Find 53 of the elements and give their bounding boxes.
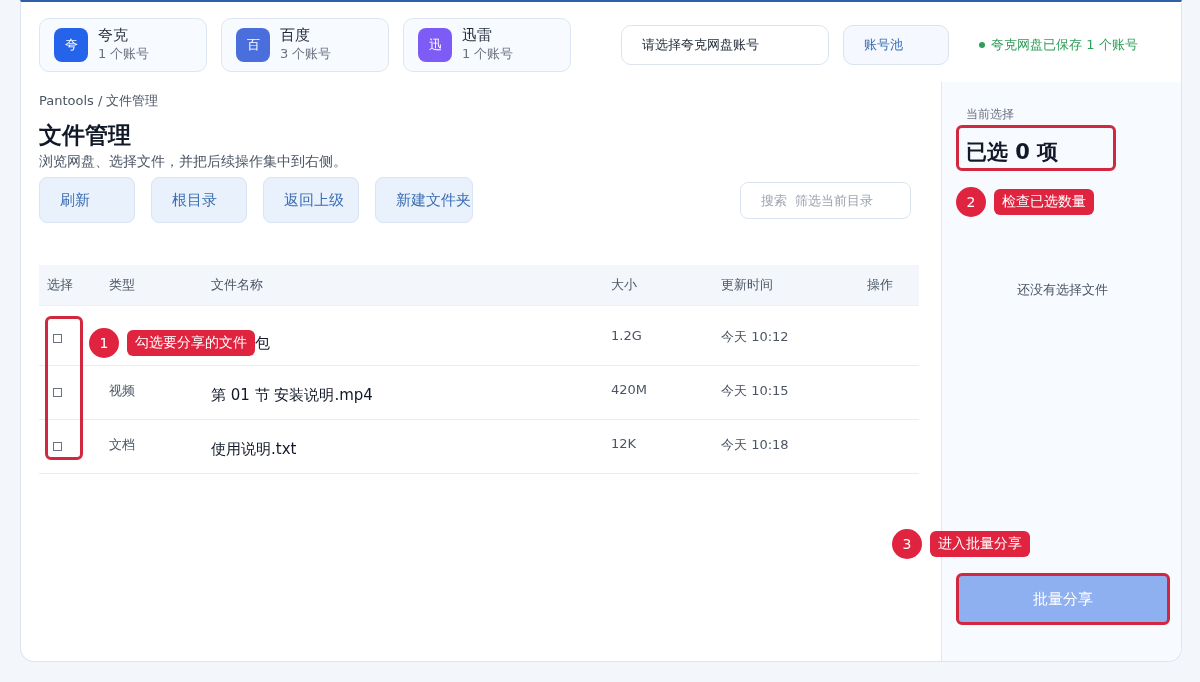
file-name: 第 01 节 安装说明.mp4 [210, 386, 374, 405]
panel-label: 当前选择 [966, 106, 1015, 123]
step-number-badge: 1 [89, 328, 119, 358]
column-header: 大小 [610, 276, 638, 294]
save-status: 夸克网盘已保存 1 个账号 [991, 35, 1138, 54]
row-checkbox[interactable] [53, 334, 62, 343]
file-size: 1.2G [610, 328, 643, 343]
toolbar-button[interactable]: 根目录 [151, 177, 247, 223]
file-type: 文档 [108, 436, 136, 454]
updated-time: 今天 10:12 [720, 328, 790, 346]
row-checkbox[interactable] [53, 442, 62, 451]
provider-name: 夸克 [98, 26, 129, 45]
search-field[interactable]: 搜索 筛选当前目录 [740, 181, 911, 219]
account-count: 1 个账号 [98, 45, 150, 63]
column-header: 选择 [46, 276, 74, 294]
step-callout: 勾选要分享的文件 [127, 330, 255, 356]
provider-name: 迅雷 [462, 26, 493, 45]
file-name: 使用说明.txt [210, 440, 298, 459]
account-select[interactable]: 请选择夸克网盘账号 [621, 24, 829, 65]
step-number-badge: 2 [956, 187, 986, 217]
step-callout: 进入批量分享 [930, 531, 1030, 557]
toolbar-button[interactable]: 新建文件夹 [375, 177, 473, 223]
provider-name: 百度 [280, 26, 311, 45]
provider-icon: 百 [236, 27, 270, 62]
provider-icon: 迅 [418, 27, 452, 62]
selected-count: 已选 0 项 [966, 139, 1059, 166]
column-header: 类型 [108, 276, 136, 294]
status-dot-icon [979, 41, 985, 48]
account-count: 3 个账号 [280, 45, 332, 63]
account-count: 1 个账号 [462, 45, 514, 63]
updated-time: 今天 10:15 [720, 382, 790, 400]
provider-card[interactable]: 夸 夸克 1 个账号 [39, 17, 207, 72]
file-name: 包 [255, 333, 270, 353]
provider-card[interactable]: 迅 迅雷 1 个账号 [403, 17, 571, 72]
file-size: 420M [610, 382, 649, 397]
account-pool-button[interactable]: 账号池 [843, 24, 949, 65]
breadcrumb: Pantools / 文件管理 [39, 92, 160, 110]
page-title: 文件管理 [39, 121, 132, 150]
column-header: 操作 [866, 276, 894, 294]
toolbar-button[interactable]: 返回上级 [263, 177, 359, 223]
updated-time: 今天 10:18 [720, 436, 790, 454]
step-number-badge: 3 [892, 529, 922, 559]
column-header: 文件名称 [210, 276, 264, 294]
empty-message: 还没有选择文件 [1016, 281, 1109, 299]
file-size: 12K [610, 436, 638, 451]
page-subtitle: 浏览网盘、选择文件，并把后续操作集中到右侧。 [39, 153, 348, 171]
toolbar-button[interactable]: 刷新 [39, 177, 135, 223]
provider-icon: 夸 [54, 27, 88, 62]
provider-card[interactable]: 百 百度 3 个账号 [221, 17, 389, 72]
column-header: 更新时间 [720, 276, 774, 294]
file-type: 视频 [108, 382, 136, 400]
row-checkbox[interactable] [53, 388, 62, 397]
step-callout: 检查已选数量 [994, 189, 1094, 215]
